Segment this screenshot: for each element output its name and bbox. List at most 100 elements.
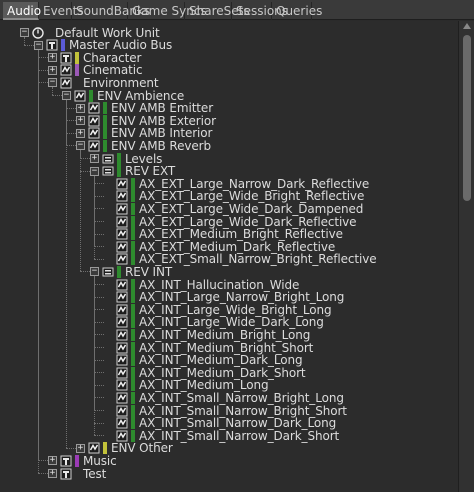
tree-item-cinematic[interactable]: + Cinematic xyxy=(48,63,143,77)
color-swatch xyxy=(131,253,135,266)
tree-connector xyxy=(38,69,48,71)
tab-game-syncs[interactable]: Game Syncs xyxy=(128,2,207,20)
tree-item-ax-ext-large-wide-dark-dampened[interactable]: AX_EXT_Large_Wide_Dark_Dampened xyxy=(104,202,363,216)
tab-sessions[interactable]: Sessions xyxy=(232,2,288,20)
expand-toggle-icon[interactable]: + xyxy=(76,103,85,113)
tree-connector xyxy=(66,145,76,147)
bus-icon xyxy=(46,39,58,51)
tree-connector xyxy=(38,473,48,474)
tab-audio[interactable]: Audio xyxy=(3,2,41,20)
color-swatch xyxy=(75,77,79,89)
collapse-toggle-icon[interactable]: − xyxy=(62,91,71,100)
tree-item-ax-int-medium-bright-long[interactable]: AX_INT_Medium_Bright_Long xyxy=(104,328,310,342)
tree-connector xyxy=(66,132,76,134)
tab-queries[interactable]: Queries xyxy=(272,2,322,20)
vertical-scrollbar[interactable] xyxy=(458,21,474,492)
tree-item-default-work-unit[interactable]: − Default Work Unit xyxy=(20,26,160,40)
collapse-toggle-icon[interactable]: − xyxy=(90,166,99,176)
tree-item-env-other[interactable]: + ENV Other xyxy=(76,441,173,455)
tree-item-ax-int-small-narrow-bright-short[interactable]: AX_INT_Small_Narrow_Bright_Short xyxy=(104,404,347,418)
tree-item-env-amb-reverb[interactable]: − ENV AMB Reverb xyxy=(76,139,211,153)
tree-item-ax-int-small-narrow-dark-short[interactable]: AX_INT_Small_Narrow_Dark_Short xyxy=(104,429,339,443)
tree-item-ax-ext-medium-dark-reflective[interactable]: AX_EXT_Medium_Dark_Reflective xyxy=(104,240,335,254)
color-swatch xyxy=(89,89,93,102)
expand-toggle-icon[interactable]: + xyxy=(48,456,57,466)
color-swatch xyxy=(131,404,135,417)
tree-item-ax-int-large-narrow-bright-long[interactable]: AX_INT_Large_Narrow_Bright_Long xyxy=(104,290,344,304)
expand-toggle-icon[interactable]: + xyxy=(48,65,57,75)
tree-item-env-amb-emitter[interactable]: + ENV AMB Emitter xyxy=(76,101,213,115)
tree-item-ax-ext-large-narrow-dark-reflective[interactable]: AX_EXT_Large_Narrow_Dark_Reflective xyxy=(104,177,369,191)
tree-item-ax-ext-medium-bright-reflective[interactable]: AX_EXT_Medium_Bright_Reflective xyxy=(104,227,343,241)
collapse-toggle-icon[interactable]: − xyxy=(34,40,43,50)
tree-item-levels[interactable]: + Levels xyxy=(90,152,162,166)
tree-item-ax-int-large-wide-dark-long[interactable]: AX_INT_Large_Wide_Dark_Long xyxy=(104,315,324,329)
tree-item-rev-ext[interactable]: − REV EXT xyxy=(90,164,175,178)
collapse-toggle-icon[interactable]: − xyxy=(76,141,85,151)
color-swatch xyxy=(131,278,135,291)
tree-item-ax-int-small-narrow-dark-long[interactable]: AX_INT_Small_Narrow_Dark_Long xyxy=(104,416,336,430)
tree-item-ax-ext-large-wide-dark-reflective[interactable]: AX_EXT_Large_Wide_Dark_Reflective xyxy=(104,215,357,229)
aux-bus-icon xyxy=(116,203,128,215)
tree-item-ax-int-medium-dark-long[interactable]: AX_INT_Medium_Dark_Long xyxy=(104,353,303,367)
tab-events[interactable]: Events xyxy=(39,2,84,20)
tree-item-character[interactable]: + Character xyxy=(48,51,141,65)
tree-item-env-amb-interior[interactable]: + ENV AMB Interior xyxy=(76,126,212,140)
tab-sharesets[interactable]: ShareSets xyxy=(185,2,250,20)
collapse-toggle-icon[interactable]: − xyxy=(48,78,57,88)
tree-item-ax-int-medium-dark-short[interactable]: AX_INT_Medium_Dark_Short xyxy=(104,366,306,380)
expand-toggle-icon[interactable]: + xyxy=(48,53,57,63)
expand-toggle-icon[interactable]: + xyxy=(90,154,99,163)
tree-connector xyxy=(94,372,104,374)
tree-item-environment[interactable]: − Environment xyxy=(48,76,159,90)
color-swatch xyxy=(131,366,135,379)
tree-connector xyxy=(94,296,104,298)
tree-connector xyxy=(94,258,104,260)
folder-icon xyxy=(102,266,114,278)
expand-toggle-icon[interactable]: + xyxy=(76,443,85,453)
expand-toggle-icon[interactable]: + xyxy=(76,128,85,138)
tree-connector xyxy=(94,276,95,436)
tree-connector xyxy=(94,246,104,248)
tree-connector xyxy=(38,49,39,473)
aux-bus-icon xyxy=(116,216,128,228)
color-swatch xyxy=(131,341,135,354)
tree-item-rev-int[interactable]: − REV INT xyxy=(90,265,172,279)
tree-connector xyxy=(38,82,48,84)
aux-bus-icon xyxy=(116,304,128,316)
tree-item-env-ambience[interactable]: − ENV Ambience xyxy=(62,89,184,103)
aux-bus-icon xyxy=(88,115,100,127)
expand-toggle-icon[interactable]: + xyxy=(76,116,85,126)
tree-item-master-audio-bus[interactable]: − Master Audio Bus xyxy=(34,38,172,52)
tree-item-ax-ext-small-narrow-bright-reflective[interactable]: AX_EXT_Small_Narrow_Bright_Reflective xyxy=(104,252,377,266)
aux-bus-icon xyxy=(116,430,128,442)
tree-item-ax-int-hallucination-wide[interactable]: AX_INT_Hallucination_Wide xyxy=(104,278,299,292)
expand-toggle-icon[interactable]: + xyxy=(48,469,57,478)
tree-item-ax-int-large-wide-bright-long[interactable]: AX_INT_Large_Wide_Bright_Long xyxy=(104,303,332,317)
tree-item-env-amb-exterior[interactable]: + ENV AMB Exterior xyxy=(76,114,216,128)
tree-connector xyxy=(66,107,76,109)
tab-soundbanks[interactable]: SoundBanks xyxy=(72,2,150,20)
tree-item-ax-int-medium-bright-short[interactable]: AX_INT_Medium_Bright_Short xyxy=(104,341,313,355)
aux-bus-icon xyxy=(116,417,128,429)
tree-item-music[interactable]: + Music xyxy=(48,454,117,468)
scrollbar-thumb[interactable] xyxy=(463,35,471,201)
tree-item-ax-int-small-narrow-bright-long[interactable]: AX_INT_Small_Narrow_Bright_Long xyxy=(104,391,344,405)
scroll-up-arrow-icon[interactable] xyxy=(463,23,471,29)
tree-item-test[interactable]: + Test xyxy=(48,467,106,481)
collapse-toggle-icon[interactable]: − xyxy=(20,28,29,37)
collapse-toggle-icon[interactable]: − xyxy=(90,267,99,277)
color-swatch xyxy=(103,114,107,127)
tree-item-ax-ext-large-wide-bright-reflective[interactable]: AX_EXT_Large_Wide_Bright_Reflective xyxy=(104,189,364,203)
color-swatch xyxy=(117,165,121,178)
aux-bus-icon xyxy=(116,342,128,354)
tree-connector xyxy=(94,347,104,348)
tree-item-ax-int-medium-long[interactable]: AX_INT_Medium_Long xyxy=(104,378,269,392)
aux-bus-icon xyxy=(116,316,128,328)
